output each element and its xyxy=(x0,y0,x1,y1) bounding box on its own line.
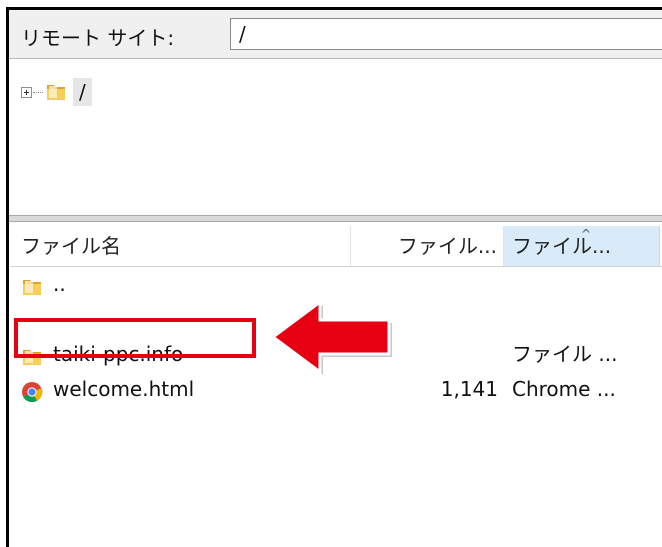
folder-icon xyxy=(21,274,43,308)
remote-site-panel: リモート サイト: / / ファイル名 ファイル... ファイル... ^ ..… xyxy=(6,7,662,547)
file-list-header: ファイル名 ファイル... ファイル... ^ xyxy=(9,226,662,267)
expand-icon[interactable] xyxy=(21,87,32,98)
sort-ascending-icon: ^ xyxy=(581,227,592,241)
chrome-icon xyxy=(21,379,43,413)
remote-path-bar: リモート サイト: / xyxy=(9,10,662,59)
file-name: welcome.html xyxy=(53,377,195,401)
column-header-filename[interactable]: ファイル名 xyxy=(9,226,351,266)
remote-site-label: リモート サイト: xyxy=(21,26,175,50)
highlight-box xyxy=(14,318,256,358)
folder-icon xyxy=(45,81,67,107)
file-type: ファイル ... xyxy=(512,342,618,366)
file-name: .. xyxy=(53,272,66,296)
file-type: Chrome ... xyxy=(512,377,616,401)
tree-node-label[interactable]: / xyxy=(73,78,92,106)
pointer-arrow-icon xyxy=(270,299,392,375)
column-header-filesize[interactable]: ファイル... xyxy=(351,226,504,266)
remote-path-input[interactable]: / xyxy=(230,18,662,50)
remote-directory-tree: / xyxy=(9,59,662,215)
tree-connector xyxy=(33,92,43,93)
pane-splitter[interactable] xyxy=(9,215,662,222)
